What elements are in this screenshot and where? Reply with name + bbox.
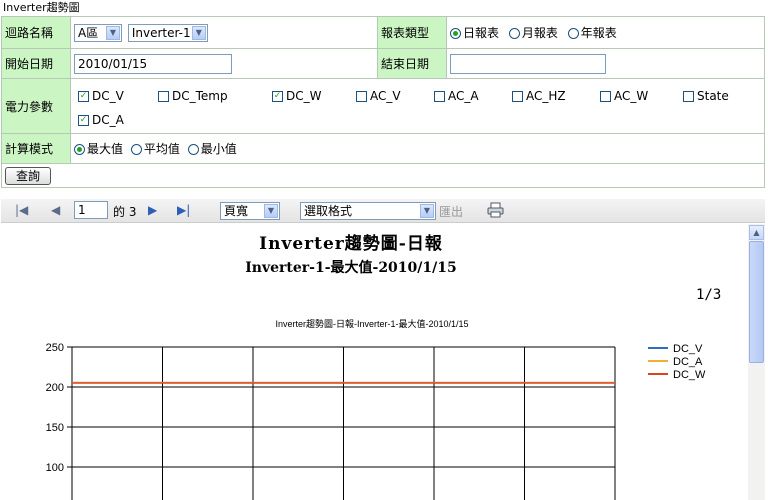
- start-date-label: 開始日期: [1, 48, 71, 79]
- scroll-up-icon[interactable]: ▲: [749, 225, 764, 240]
- checkbox-icon: [683, 91, 694, 102]
- report-scrollbar[interactable]: ▲: [748, 224, 765, 500]
- report-type-monthly[interactable]: 月報表: [508, 24, 558, 41]
- first-page-icon[interactable]: |◀: [15, 203, 28, 217]
- window-title: Inverter趨勢圖: [3, 1, 80, 14]
- legend-label: DC_W: [673, 369, 706, 381]
- query-form: 迴路名稱 A區 ▼ Inverter-1 ▼ 報表類型 日報表 月報表 年報表 開始…: [1, 16, 765, 188]
- calc-max[interactable]: 最大值: [74, 140, 123, 157]
- param-dc-v[interactable]: ✓ DC_V: [78, 89, 124, 103]
- y-tick-label: 100: [46, 462, 64, 474]
- report-viewer: Inverter趨勢圖-日報 Inverter-1-最大值-2010/1/15 …: [1, 224, 747, 500]
- chevron-down-icon: ▼: [106, 25, 120, 40]
- checkbox-icon: ✓: [78, 115, 89, 126]
- export-format-select[interactable]: 選取格式 ▼: [300, 202, 436, 220]
- zoom-select[interactable]: 頁寬 ▼: [220, 202, 280, 220]
- calc-avg[interactable]: 平均值: [130, 140, 180, 157]
- chart-title: Inverter趨勢圖-日報-Inverter-1-最大值-2010/1/15: [275, 318, 468, 329]
- scroll-thumb[interactable]: [749, 241, 764, 363]
- param-ac-v[interactable]: AC_V: [356, 89, 401, 103]
- radio-icon: [187, 144, 199, 155]
- checkbox-icon: [512, 91, 523, 102]
- param-dc-a[interactable]: ✓ DC_A: [78, 113, 124, 127]
- checkbox-icon: [600, 91, 611, 102]
- legend-label: DC_V: [673, 343, 703, 355]
- param-state[interactable]: State: [683, 89, 729, 103]
- checkbox-icon: [434, 91, 445, 102]
- end-date-input[interactable]: [450, 53, 606, 74]
- y-tick-label: 150: [46, 422, 64, 434]
- radio-icon: [74, 144, 85, 155]
- end-date-label: 結束日期: [377, 48, 447, 79]
- report-type-yearly[interactable]: 年報表: [567, 24, 617, 41]
- param-dc-temp[interactable]: DC_Temp: [158, 89, 228, 103]
- chevron-down-icon: ▼: [264, 204, 278, 218]
- y-tick-label: 250: [46, 342, 64, 354]
- query-button[interactable]: 查詢: [5, 166, 52, 185]
- calc-mode-label: 計算模式: [1, 133, 71, 164]
- report-type-label: 報表類型: [377, 16, 447, 49]
- area-select[interactable]: A區 ▼: [74, 23, 122, 42]
- last-page-icon[interactable]: ▶|: [177, 203, 190, 217]
- radio-icon: [130, 144, 142, 155]
- param-ac-w[interactable]: AC_W: [600, 89, 648, 103]
- circuit-label: 迴路名稱: [1, 16, 71, 49]
- params-label: 電力參數: [1, 78, 71, 134]
- legend-label: DC_A: [673, 356, 703, 368]
- chevron-down-icon: ▼: [191, 25, 206, 40]
- param-ac-a[interactable]: AC_A: [434, 89, 479, 103]
- chevron-down-icon: ▼: [420, 204, 434, 218]
- next-page-icon[interactable]: ▶: [148, 203, 157, 217]
- print-icon[interactable]: [487, 202, 504, 221]
- radio-icon: [450, 28, 461, 39]
- checkbox-icon: [356, 91, 367, 102]
- page-total: 的 3: [113, 205, 137, 219]
- checkbox-icon: ✓: [78, 91, 89, 102]
- trend-chart: Inverter趨勢圖-日報-Inverter-1-最大值-2010/1/15 …: [46, 318, 706, 500]
- params-group: ✓ DC_V DC_Temp ✓ DC_W AC_V AC_A AC_HZ AC_W…: [74, 79, 761, 133]
- y-tick-label: 200: [46, 382, 64, 394]
- report-toolbar: |◀ ◀ 1 的 3 ▶ ▶| 頁寬 ▼ 選取格式 ▼ 匯出: [1, 199, 765, 223]
- checkbox-icon: [158, 91, 169, 102]
- calc-min[interactable]: 最小值: [187, 140, 237, 157]
- report-type-daily[interactable]: 日報表: [450, 24, 499, 41]
- page-number-input[interactable]: 1: [74, 201, 108, 219]
- param-ac-hz[interactable]: AC_HZ: [512, 89, 566, 103]
- start-date-input[interactable]: 2010/01/15: [74, 53, 232, 74]
- radio-icon: [508, 28, 520, 39]
- radio-icon: [567, 28, 579, 39]
- checkbox-icon: ✓: [272, 91, 283, 102]
- prev-page-icon[interactable]: ◀: [51, 203, 60, 217]
- param-dc-w[interactable]: ✓ DC_W: [272, 89, 321, 103]
- export-link[interactable]: 匯出: [439, 203, 463, 220]
- inverter-select[interactable]: Inverter-1 ▼: [127, 23, 208, 42]
